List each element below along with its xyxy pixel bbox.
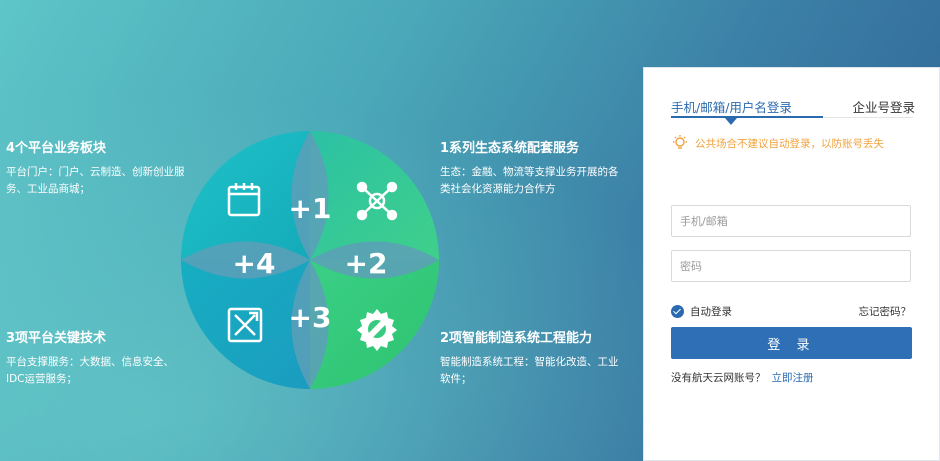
forgot-password-link[interactable]: 忘记密码？ — [859, 304, 912, 319]
active-tab-underline — [671, 116, 823, 118]
label-plus-3: +3 — [289, 301, 332, 334]
login-panel: 手机/邮箱/用户名登录 企业号登录 公共场合不建议自动登录，以防账号丢失 自动登… — [643, 67, 940, 461]
feature-key-technologies: 3项平台关键技术 平台支撑服务：大数据、信息安全、IDC运营服务； — [6, 330, 191, 388]
active-tab-caret — [725, 118, 737, 125]
no-account-text: 没有航天云网账号？ — [671, 372, 766, 384]
register-link[interactable]: 立即注册 — [772, 372, 814, 384]
tab-phone-login[interactable]: 手机/邮箱/用户名登录 — [671, 97, 792, 116]
feature-smart-manufacturing: 2项智能制造系统工程能力 智能制造系统工程：智能化改造、工业软件； — [440, 330, 625, 388]
warning-text: 公共场合不建议自动登录，以防账号丢失 — [695, 137, 884, 150]
tab-enterprise-login[interactable]: 企业号登录 — [852, 97, 915, 116]
feature-title: 4个平台业务板块 — [6, 141, 107, 156]
feature-description: 平台门户：门户、云制造、创新创业服务、工业品商城； — [6, 166, 185, 195]
feature-description: 生态：金融、物流等支撑业务开展的各类社会化资源能力合作方 — [440, 166, 619, 195]
login-button[interactable]: 登 录 — [671, 327, 912, 359]
auto-login-checkbox[interactable]: 自动登录 — [671, 304, 732, 319]
login-tabs: 手机/邮箱/用户名登录 企业号登录 — [671, 94, 915, 125]
lightbulb-icon — [673, 135, 687, 149]
feature-title: 2项智能制造系统工程能力 — [440, 331, 593, 346]
phone-email-input[interactable] — [671, 205, 911, 237]
feature-title: 1系列生态系统配套服务 — [440, 141, 580, 156]
feature-description: 智能制造系统工程：智能化改造、工业软件； — [440, 356, 619, 385]
feature-ecosystem-services: 1系列生态系统配套服务 生态：金融、物流等支撑业务开展的各类社会化资源能力合作方 — [440, 140, 625, 198]
feature-description: 平台支撑服务：大数据、信息安全、IDC运营服务； — [6, 356, 174, 385]
auto-login-label: 自动登录 — [690, 306, 732, 318]
label-plus-2: +2 — [345, 247, 388, 280]
checkbox-checked-icon — [671, 305, 684, 318]
password-input[interactable] — [671, 250, 911, 282]
feature-platform-business: 4个平台业务板块 平台门户：门户、云制造、创新创业服务、工业品商城； — [6, 140, 191, 198]
feature-title: 3项平台关键技术 — [6, 331, 107, 346]
security-warning: 公共场合不建议自动登录，以防账号丢失 — [671, 134, 884, 152]
register-prompt: 没有航天云网账号？ 立即注册 — [671, 370, 814, 385]
label-plus-4: +4 — [233, 247, 276, 280]
platform-diagram: +1 +2 +3 +4 — [181, 131, 439, 389]
label-plus-1: +1 — [289, 192, 332, 225]
